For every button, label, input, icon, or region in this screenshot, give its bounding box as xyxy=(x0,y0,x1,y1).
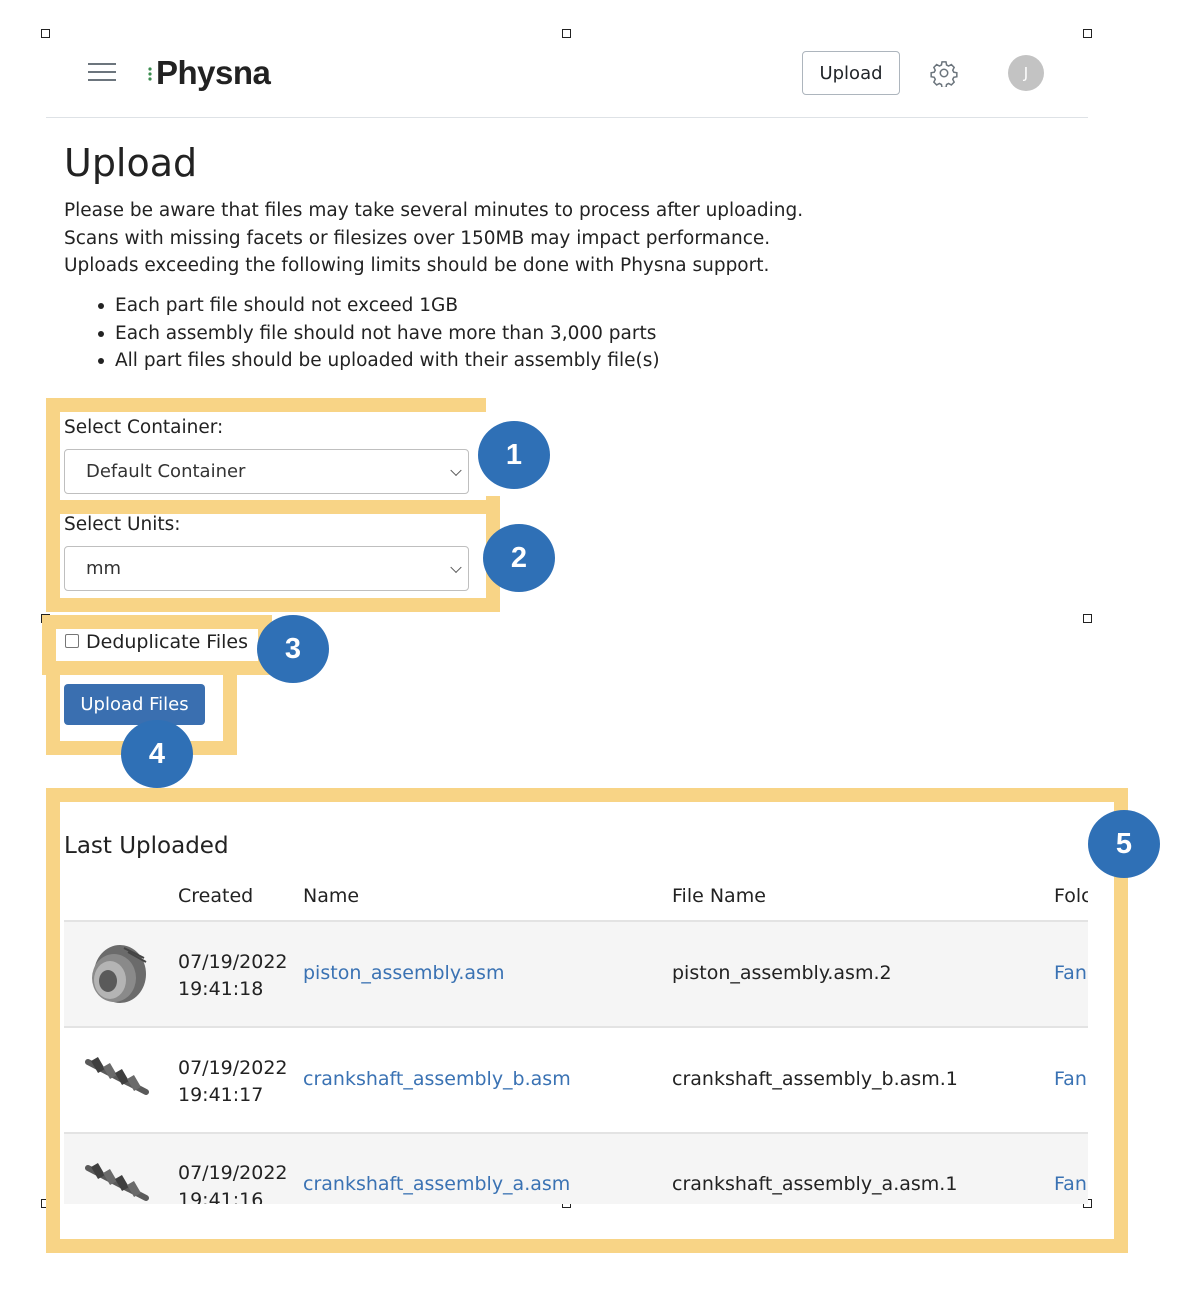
units-select-value: mm xyxy=(86,558,122,579)
units-label: Select Units: xyxy=(64,514,181,535)
created-time: 19:41:16 xyxy=(178,1189,264,1204)
container-label: Select Container: xyxy=(64,417,224,438)
callout-badge-3: 3 xyxy=(257,615,329,683)
file-name-cell: crankshaft_assembly_a.asm.1 xyxy=(672,1173,958,1195)
column-header-folder[interactable]: Folc xyxy=(1054,885,1088,907)
folder-link[interactable]: Fan xyxy=(1054,1068,1087,1090)
limit-item: All part files should be uploaded with t… xyxy=(64,347,964,375)
notice-line: Scans with missing facets or filesizes o… xyxy=(64,227,771,249)
callout-badge-1: 1 xyxy=(478,421,550,489)
deduplicate-checkbox[interactable] xyxy=(65,634,79,648)
upload-notice: Please be aware that files may take seve… xyxy=(64,197,964,280)
crankshaft-thumbnail-icon xyxy=(85,1162,149,1201)
piston-thumbnail-icon xyxy=(92,945,147,1003)
selection-handle[interactable] xyxy=(562,29,571,38)
created-time: 19:41:17 xyxy=(178,1084,264,1106)
upload-files-button[interactable]: Upload Files xyxy=(64,684,205,725)
container-select[interactable]: Default Container xyxy=(64,449,469,494)
header-upload-button[interactable]: Upload xyxy=(802,51,900,95)
created-cell: 07/19/2022 19:41:18 xyxy=(178,949,288,1003)
created-date: 07/19/2022 xyxy=(178,1162,288,1184)
created-time: 19:41:18 xyxy=(178,978,264,1000)
logo-dots-icon xyxy=(148,67,152,81)
column-header-file-name[interactable]: File Name xyxy=(672,885,766,907)
deduplicate-label[interactable]: Deduplicate Files xyxy=(86,631,248,653)
chevron-down-icon xyxy=(450,561,462,573)
folder-link[interactable]: Fan xyxy=(1054,1173,1087,1195)
callout-badge-4: 4 xyxy=(121,720,193,788)
callout-separator xyxy=(46,500,500,514)
limit-item: Each assembly file should not have more … xyxy=(64,320,964,348)
crankshaft-thumbnail-icon xyxy=(85,1056,149,1095)
notice-line: Uploads exceeding the following limits s… xyxy=(64,255,770,276)
created-date: 07/19/2022 xyxy=(178,951,288,973)
upload-limits-list: Each part file should not exceed 1GB Eac… xyxy=(64,292,964,375)
column-header-name[interactable]: Name xyxy=(303,885,359,907)
physna-logo[interactable]: Physna xyxy=(146,52,271,94)
file-name-cell: piston_assembly.asm.2 xyxy=(672,962,892,984)
limit-item: Each part file should not exceed 1GB xyxy=(64,292,964,320)
logo-text: Physna xyxy=(156,54,271,91)
menu-icon[interactable] xyxy=(88,63,116,83)
settings-gear-icon[interactable] xyxy=(930,59,958,89)
folder-link[interactable]: Fan xyxy=(1054,962,1087,984)
uploads-table-body: 07/19/2022 19:41:18 piston_assembly.asm … xyxy=(64,922,1088,1204)
container-select-value: Default Container xyxy=(86,461,246,482)
created-cell: 07/19/2022 19:41:16 xyxy=(178,1160,288,1204)
selection-handle[interactable] xyxy=(1083,614,1092,623)
selection-handle[interactable] xyxy=(1083,29,1092,38)
selection-handle[interactable] xyxy=(41,29,50,38)
asset-name-link[interactable]: crankshaft_assembly_b.asm xyxy=(303,1068,571,1090)
page-title: Upload xyxy=(64,141,198,185)
units-select[interactable]: mm xyxy=(64,546,469,591)
created-cell: 07/19/2022 19:41:17 xyxy=(178,1055,288,1109)
asset-name-link[interactable]: crankshaft_assembly_a.asm xyxy=(303,1173,570,1195)
callout-badge-5: 5 xyxy=(1088,810,1160,878)
asset-name-link[interactable]: piston_assembly.asm xyxy=(303,962,504,984)
header-divider xyxy=(46,117,1088,118)
created-date: 07/19/2022 xyxy=(178,1057,288,1079)
column-header-created[interactable]: Created xyxy=(178,885,253,907)
file-name-cell: crankshaft_assembly_b.asm.1 xyxy=(672,1068,958,1090)
last-uploaded-title: Last Uploaded xyxy=(64,833,229,859)
callout-badge-2: 2 xyxy=(483,524,555,592)
chevron-down-icon xyxy=(450,464,462,476)
notice-line: Please be aware that files may take seve… xyxy=(64,200,804,221)
user-avatar[interactable]: J xyxy=(1008,55,1044,91)
